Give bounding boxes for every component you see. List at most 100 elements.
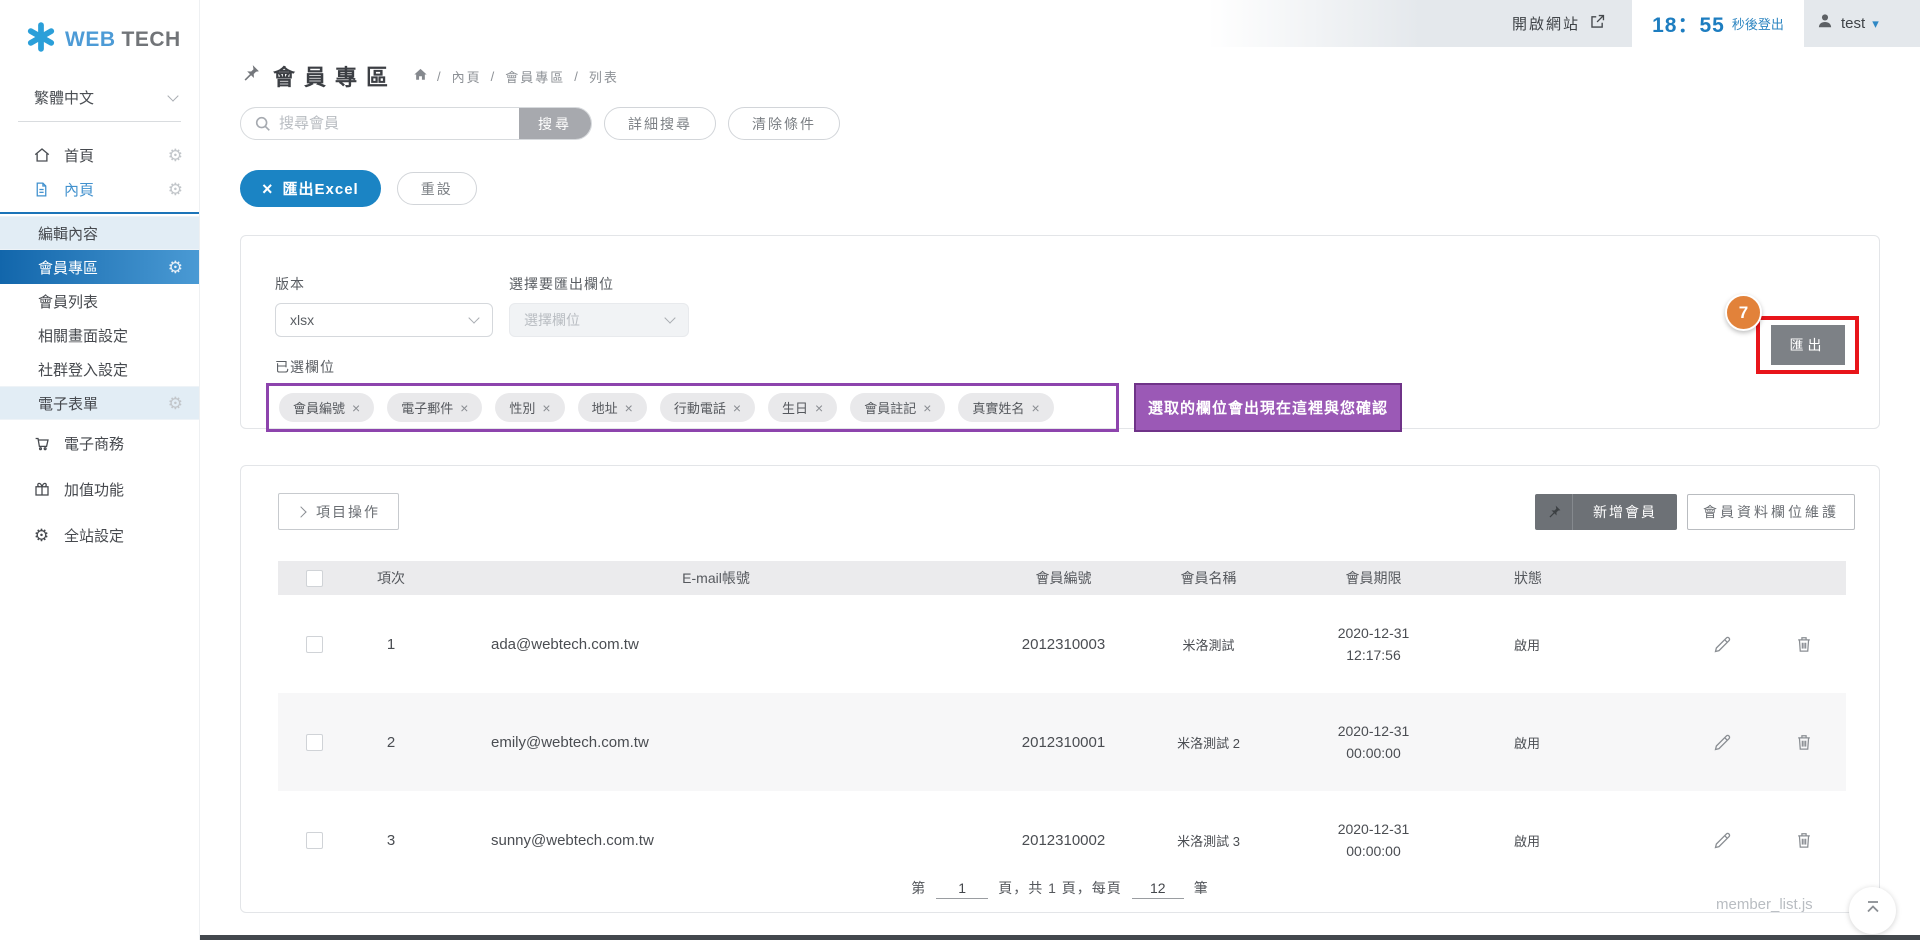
pushpin-icon bbox=[240, 63, 261, 89]
sidebar-item-inner-pages[interactable]: 內頁 ⚙ bbox=[0, 172, 199, 206]
edit-icon[interactable] bbox=[1712, 732, 1733, 753]
search-icon bbox=[254, 115, 272, 138]
edit-icon[interactable] bbox=[1712, 830, 1733, 851]
open-site-button[interactable]: 開啟網站 bbox=[1208, 0, 1632, 47]
topbar: 開啟網站 18：55 秒後登出 test ▾ bbox=[200, 0, 1920, 47]
sidebar-item-member-list[interactable]: 會員列表 bbox=[0, 284, 199, 318]
search-button[interactable]: 搜尋 bbox=[519, 108, 591, 139]
breadcrumb-separator: / bbox=[574, 69, 580, 84]
scroll-to-top-button[interactable] bbox=[1849, 887, 1896, 934]
language-select[interactable]: 繁體中文 bbox=[18, 87, 181, 122]
sidebar-nav: 首頁 ⚙ 內頁 ⚙ 編輯內容 會員專區 ⚙ 會員列表 相關畫面設定 社群登入設定… bbox=[0, 138, 199, 552]
bulk-actions-button[interactable]: 項目操作 bbox=[278, 493, 399, 530]
table-row: 1 ada@webtech.com.tw 2012310003 米洛測試 202… bbox=[278, 595, 1846, 693]
reset-button[interactable]: 重設 bbox=[397, 172, 477, 205]
row-checkbox[interactable] bbox=[306, 832, 323, 849]
chip-label: 行動電話 bbox=[674, 398, 726, 417]
sidebar-item-social-login[interactable]: 社群登入設定 bbox=[0, 352, 199, 386]
row-checkbox[interactable] bbox=[306, 636, 323, 653]
member-id: 2012310001 bbox=[1001, 734, 1126, 751]
row-number: 1 bbox=[351, 636, 431, 653]
field-chip[interactable]: 地址 × bbox=[578, 393, 647, 422]
gear-icon[interactable]: ⚙ bbox=[168, 395, 183, 412]
member-name: 米洛測試 2 bbox=[1126, 733, 1291, 752]
sidebar-item-screen-settings[interactable]: 相關畫面設定 bbox=[0, 318, 199, 352]
row-number: 2 bbox=[351, 734, 431, 751]
timer-countdown: 18：55 bbox=[1652, 9, 1725, 39]
search-row: 搜尋 詳細搜尋 清除條件 bbox=[240, 107, 1880, 140]
field-chip[interactable]: 生日× bbox=[768, 393, 837, 422]
export-excel-button[interactable]: × 匯出Excel bbox=[240, 170, 381, 207]
remove-chip-icon[interactable]: × bbox=[923, 400, 931, 416]
sidebar-item-home[interactable]: 首頁 ⚙ bbox=[0, 138, 199, 172]
gear-icon[interactable]: ⚙ bbox=[168, 181, 183, 198]
chevron-right-icon bbox=[295, 506, 306, 517]
home-icon[interactable] bbox=[413, 67, 428, 85]
sidebar-item-label: 會員列表 bbox=[38, 291, 98, 312]
remove-chip-icon[interactable]: × bbox=[733, 400, 741, 416]
sidebar-item-edit-content[interactable]: 編輯內容 bbox=[0, 216, 199, 250]
remove-chip-icon[interactable]: × bbox=[815, 400, 823, 416]
field-chip[interactable]: 會員編號× bbox=[279, 393, 374, 422]
script-filename: member_list.js bbox=[1716, 896, 1813, 913]
field-chip[interactable]: 行動電話 × bbox=[660, 393, 755, 422]
sidebar-item-ecommerce[interactable]: 電子商務 bbox=[0, 426, 199, 460]
breadcrumb: / 內頁 / 會員專區 / 列表 bbox=[413, 67, 619, 86]
version-select[interactable]: xlsx bbox=[275, 303, 493, 337]
field-chip[interactable]: 性別× bbox=[495, 393, 564, 422]
field-chip[interactable]: 會員註記 × bbox=[850, 393, 945, 422]
remove-chip-icon[interactable]: × bbox=[542, 400, 550, 416]
chip-label: 地址 bbox=[592, 398, 618, 417]
sidebar-item-addons[interactable]: 加值功能 bbox=[0, 472, 199, 506]
add-member-button[interactable]: 新增會員 bbox=[1535, 494, 1677, 530]
breadcrumb-item[interactable]: 內頁 bbox=[452, 67, 482, 86]
user-menu[interactable]: test ▾ bbox=[1804, 0, 1920, 47]
delete-icon[interactable] bbox=[1794, 830, 1814, 850]
gear-icon[interactable]: ⚙ bbox=[168, 147, 183, 164]
pushpin-icon bbox=[1535, 494, 1573, 530]
delete-icon[interactable] bbox=[1794, 732, 1814, 752]
breadcrumb-item[interactable]: 會員專區 bbox=[505, 67, 565, 86]
chevron-down-icon bbox=[664, 312, 675, 323]
per-page-input[interactable] bbox=[1132, 877, 1184, 899]
remove-chip-icon[interactable]: × bbox=[460, 400, 468, 416]
export-fields-select[interactable]: 選擇欄位 bbox=[509, 303, 689, 337]
sidebar-item-eforms[interactable]: 電子表單 ⚙ bbox=[0, 386, 199, 420]
session-timer: 18：55 秒後登出 bbox=[1632, 0, 1804, 47]
sidebar-item-label: 首頁 bbox=[64, 145, 94, 166]
sidebar-item-member-area[interactable]: 會員專區 ⚙ bbox=[0, 250, 199, 284]
select-all-checkbox[interactable] bbox=[306, 570, 323, 587]
chevron-down-icon bbox=[468, 312, 479, 323]
search-input[interactable] bbox=[241, 108, 519, 139]
field-chip[interactable]: 電子郵件× bbox=[387, 393, 482, 422]
selected-fields-box: 會員編號× 電子郵件× 性別× 地址 × 行動電話 × 生日× 會員註記 × 真實姓名… bbox=[266, 383, 1119, 432]
delete-icon[interactable] bbox=[1794, 634, 1814, 654]
open-site-label: 開啟網站 bbox=[1512, 13, 1580, 34]
gear-icon[interactable]: ⚙ bbox=[168, 259, 183, 276]
table-header-row: 項次 E-mail帳號 會員編號 會員名稱 會員期限 狀態 bbox=[278, 561, 1846, 595]
main-content: 會員專區 / 內頁 / 會員專區 / 列表 搜尋 詳細搜尋 清除條件 × 匯出E… bbox=[200, 47, 1920, 940]
export-button[interactable]: 匯出 bbox=[1771, 325, 1845, 365]
member-table-panel: 項目操作 新增會員 會員資料欄位維護 項次 E-mail帳號 會員編號 會員名稱… bbox=[240, 465, 1880, 913]
page-input[interactable] bbox=[936, 877, 988, 899]
sidebar-item-label: 內頁 bbox=[64, 179, 94, 200]
remove-chip-icon[interactable]: × bbox=[625, 400, 633, 416]
chip-label: 會員註記 bbox=[864, 398, 916, 417]
field-chip[interactable]: 真實姓名× bbox=[958, 393, 1053, 422]
clear-filters-button[interactable]: 清除條件 bbox=[728, 107, 840, 140]
field-maintenance-button[interactable]: 會員資料欄位維護 bbox=[1687, 494, 1855, 530]
column-header: 會員名稱 bbox=[1126, 568, 1291, 588]
bulk-actions-label: 項目操作 bbox=[316, 502, 380, 522]
sidebar: WEBTECH 繁體中文 首頁 ⚙ 內頁 ⚙ 編輯內容 會員專區 ⚙ 會員列表 … bbox=[0, 0, 200, 940]
remove-chip-icon[interactable]: × bbox=[352, 400, 360, 416]
edit-icon[interactable] bbox=[1712, 634, 1733, 655]
export-options-panel: 版本 xlsx 選擇要匯出欄位 選擇欄位 已選欄位 會員編號× 電子郵件× 性別… bbox=[240, 235, 1880, 429]
caret-down-icon: ▾ bbox=[1872, 16, 1879, 32]
title-row: 會員專區 / 內頁 / 會員專區 / 列表 bbox=[240, 61, 1880, 91]
member-id: 2012310002 bbox=[1001, 832, 1126, 849]
row-checkbox[interactable] bbox=[306, 734, 323, 751]
advanced-search-button[interactable]: 詳細搜尋 bbox=[604, 107, 716, 140]
column-header: E-mail帳號 bbox=[431, 568, 1001, 588]
remove-chip-icon[interactable]: × bbox=[1031, 400, 1039, 416]
sidebar-item-site-settings[interactable]: ⚙ 全站設定 bbox=[0, 518, 199, 552]
